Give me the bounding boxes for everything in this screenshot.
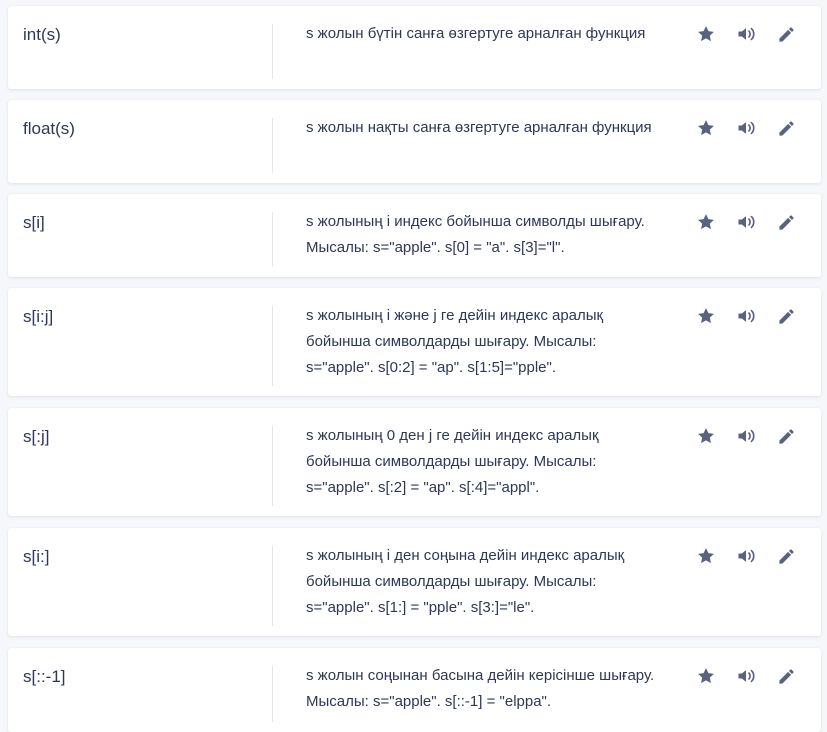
star-icon — [698, 308, 714, 324]
pencil-icon — [778, 26, 794, 42]
star-button[interactable] — [686, 664, 726, 688]
card-actions — [686, 664, 806, 688]
term-text: float(s) — [23, 119, 75, 138]
definition-text: s жолын соңынан басына дейін керісінше ш… — [306, 667, 659, 710]
term-card: float(s) s жолын нақты санға өзгертуге а… — [8, 100, 821, 183]
card-actions — [686, 544, 806, 568]
definition-text: s жолын нақты санға өзгертуге арналған ф… — [306, 119, 652, 136]
card-actions — [686, 116, 806, 140]
card-actions — [686, 424, 806, 448]
divider — [272, 212, 273, 267]
star-button[interactable] — [686, 22, 726, 46]
star-icon — [698, 548, 714, 564]
term-text: s[:j] — [23, 427, 50, 446]
divider — [272, 546, 273, 626]
divider — [272, 306, 273, 386]
edit-button[interactable] — [766, 22, 806, 46]
divider — [272, 426, 273, 506]
audio-button[interactable] — [726, 210, 766, 234]
star-button[interactable] — [686, 544, 726, 568]
term-text: s[i:] — [23, 547, 50, 566]
divider — [272, 118, 273, 173]
star-button[interactable] — [686, 424, 726, 448]
pencil-icon — [778, 214, 794, 230]
audio-button[interactable] — [726, 424, 766, 448]
star-icon — [698, 120, 714, 136]
audio-icon — [738, 121, 755, 135]
card-actions — [686, 210, 806, 234]
definition-text: s жолының 0 ден j ге дейін индекс аралық… — [306, 427, 603, 496]
edit-button[interactable] — [766, 210, 806, 234]
star-button[interactable] — [686, 210, 726, 234]
term-text: int(s) — [23, 25, 61, 44]
divider — [272, 666, 273, 722]
term-text: s[::-1] — [23, 667, 66, 686]
term-card: s[::-1] s жолын соңынан басына дейін кер… — [8, 648, 821, 732]
edit-button[interactable] — [766, 304, 806, 328]
term-text: s[i:j] — [23, 307, 54, 326]
star-button[interactable] — [686, 116, 726, 140]
audio-icon — [738, 429, 755, 443]
definition-text: s жолының i және j ге дейін индекс аралы… — [306, 307, 608, 376]
star-icon — [698, 428, 714, 444]
card-actions — [686, 22, 806, 46]
pencil-icon — [778, 668, 794, 684]
term-card: s[i:] s жолының i ден соңына дейін индек… — [8, 528, 821, 636]
term-card: s[:j] s жолының 0 ден j ге дейін индекс … — [8, 408, 821, 516]
audio-icon — [738, 669, 755, 683]
definition-text: s жолын бүтін санға өзгертуге арналған ф… — [306, 25, 646, 42]
pencil-icon — [778, 308, 794, 324]
term-card: s[i:j] s жолының i және j ге дейін индек… — [8, 288, 821, 396]
audio-button[interactable] — [726, 304, 766, 328]
audio-icon — [738, 309, 755, 323]
star-icon — [698, 668, 714, 684]
audio-button[interactable] — [726, 664, 766, 688]
edit-button[interactable] — [766, 664, 806, 688]
audio-icon — [738, 27, 755, 41]
term-card: s[i] s жолының i индекс бойынша символды… — [8, 194, 821, 277]
audio-button[interactable] — [726, 22, 766, 46]
edit-button[interactable] — [766, 424, 806, 448]
audio-button[interactable] — [726, 544, 766, 568]
divider — [272, 24, 273, 79]
definition-text: s жолының i ден соңына дейін индекс арал… — [306, 547, 629, 616]
star-icon — [698, 214, 714, 230]
term-card: int(s) s жолын бүтін санға өзгертуге арн… — [8, 6, 821, 89]
pencil-icon — [778, 428, 794, 444]
pencil-icon — [778, 548, 794, 564]
edit-button[interactable] — [766, 544, 806, 568]
card-actions — [686, 304, 806, 328]
star-button[interactable] — [686, 304, 726, 328]
edit-button[interactable] — [766, 116, 806, 140]
definition-text: s жолының i индекс бойынша символды шыға… — [306, 213, 649, 256]
term-text: s[i] — [23, 213, 45, 232]
audio-icon — [738, 549, 755, 563]
audio-icon — [738, 215, 755, 229]
pencil-icon — [778, 120, 794, 136]
star-icon — [698, 26, 714, 42]
audio-button[interactable] — [726, 116, 766, 140]
